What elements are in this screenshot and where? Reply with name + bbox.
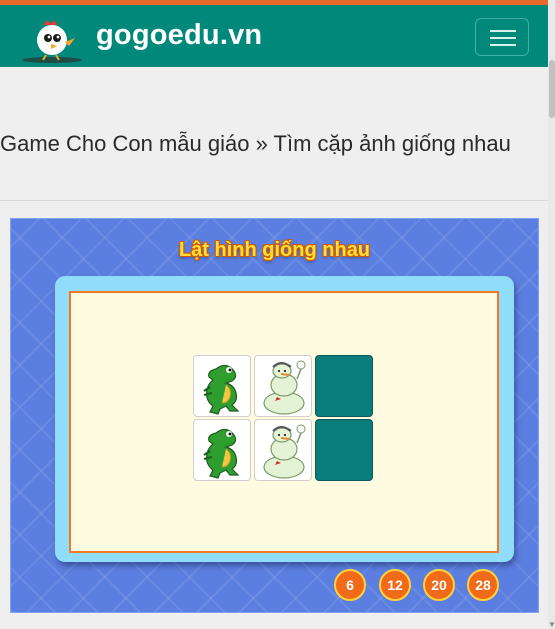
level-button-28[interactable]: 28 bbox=[467, 569, 499, 601]
divider bbox=[0, 200, 548, 201]
menu-toggle-button[interactable] bbox=[475, 18, 529, 56]
scroll-down-arrow-icon[interactable]: ▼ bbox=[548, 620, 555, 629]
site-brand[interactable]: gogoedu.vn bbox=[96, 19, 262, 52]
hamburger-icon-line bbox=[490, 44, 516, 46]
hamburger-icon bbox=[490, 30, 516, 32]
level-button-12[interactable]: 12 bbox=[379, 569, 411, 601]
game-title: Lật hình giống nhau bbox=[178, 239, 371, 261]
memory-card-hidden[interactable] bbox=[315, 419, 373, 481]
memory-card-revealed[interactable] bbox=[193, 355, 251, 417]
chick-logo-icon[interactable] bbox=[22, 14, 86, 66]
memory-card-revealed[interactable] bbox=[254, 355, 312, 417]
scrollbar-thumb[interactable] bbox=[549, 60, 555, 118]
memory-card-revealed[interactable] bbox=[193, 419, 251, 481]
level-button-20[interactable]: 20 bbox=[423, 569, 455, 601]
hamburger-icon-line bbox=[490, 37, 516, 39]
level-button-6[interactable]: 6 bbox=[334, 569, 366, 601]
navbar: gogoedu.vn bbox=[0, 5, 548, 67]
memory-card-hidden[interactable] bbox=[315, 355, 373, 417]
memory-card-revealed[interactable] bbox=[254, 419, 312, 481]
breadcrumb: Game Cho Con mẫu giáo » Tìm cặp ảnh giốn… bbox=[0, 131, 511, 156]
